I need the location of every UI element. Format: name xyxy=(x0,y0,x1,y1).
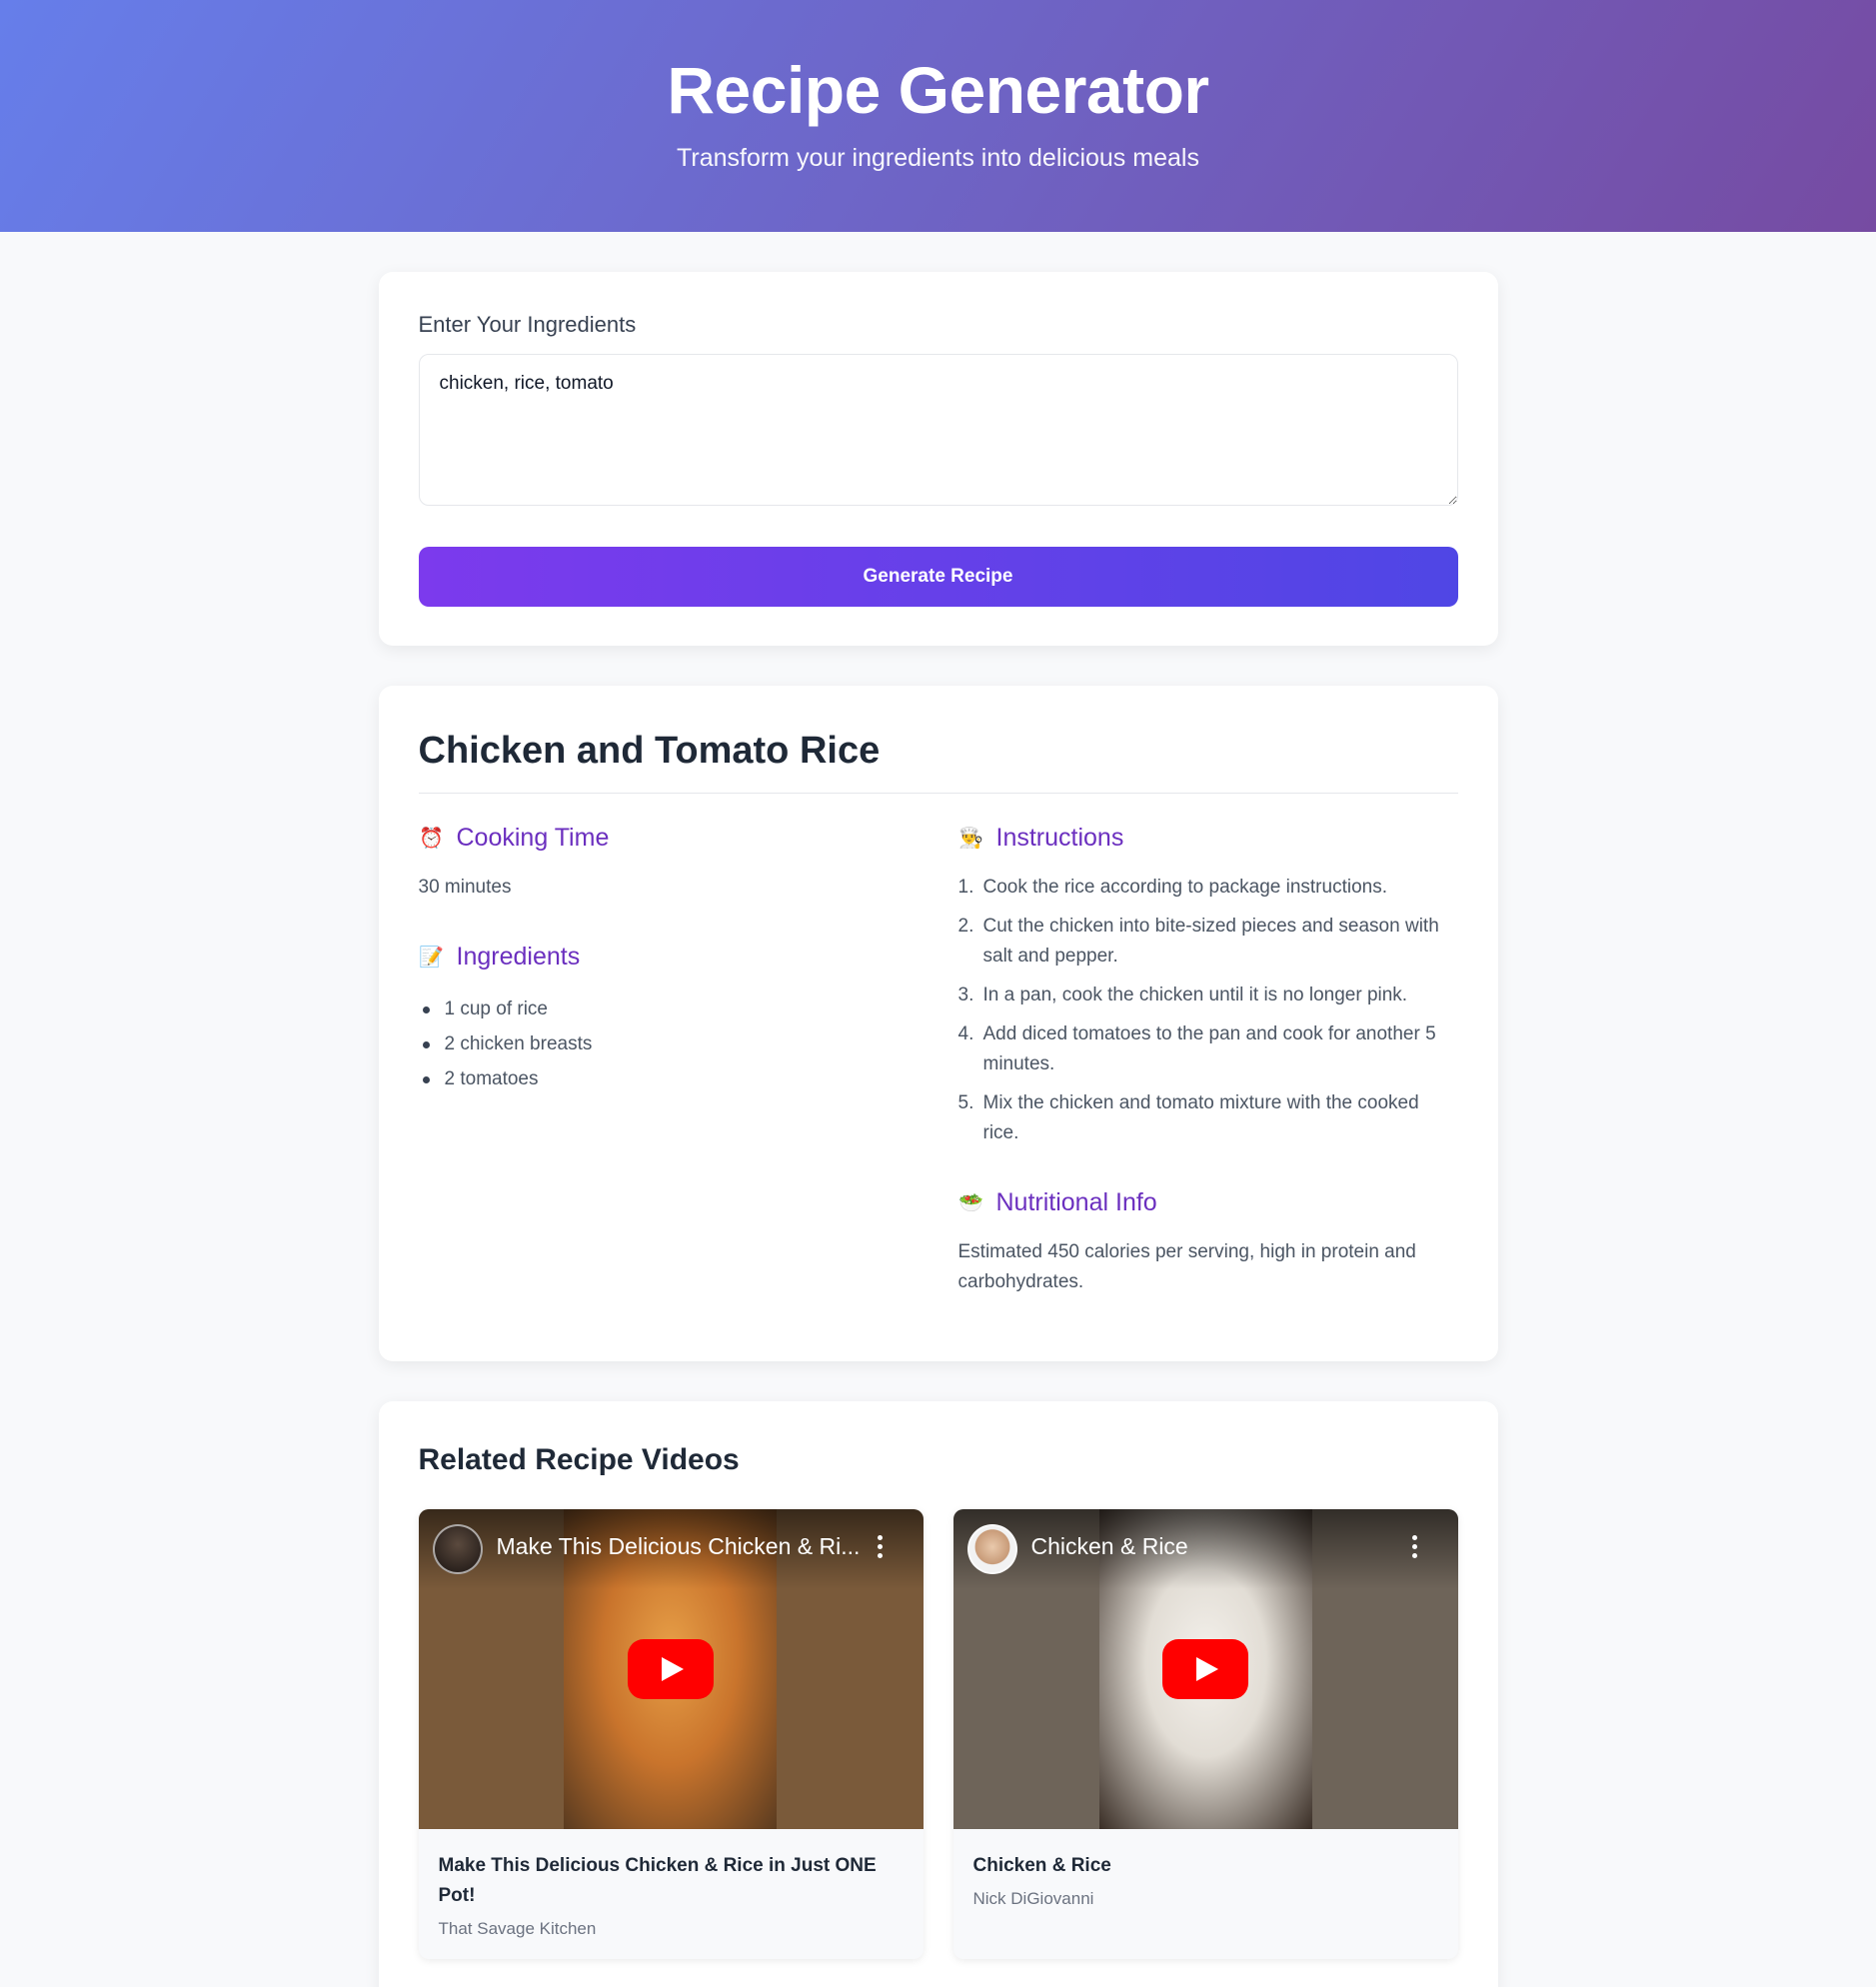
nutrition-value: Estimated 450 calories per serving, high… xyxy=(957,1241,1416,1292)
instructions-heading-label: Instructions xyxy=(995,824,1124,852)
recipe-title: Chicken and Tomato Rice xyxy=(418,730,1458,794)
more-options-icon[interactable] xyxy=(877,1535,884,1561)
video-card[interactable]: Make This Delicious Chicken & Ri... Make… xyxy=(418,1509,924,1959)
ingredient-item: 1 cup of rice xyxy=(419,992,919,1026)
video-card[interactable]: Chicken & Rice Chicken & Rice Nick DiGio… xyxy=(952,1509,1458,1959)
page-subtitle: Transform your ingredients into deliciou… xyxy=(677,144,1199,172)
cooking-time-value: 30 minutes xyxy=(418,877,512,898)
video-thumbnail[interactable]: Chicken & Rice xyxy=(952,1509,1458,1829)
channel-avatar[interactable] xyxy=(966,1524,1017,1574)
page-header: Recipe Generator Transform your ingredie… xyxy=(0,0,1876,232)
ingredient-item: 2 chicken breasts xyxy=(419,1026,919,1061)
instructions-section: 👨‍🍳 Instructions 1. Cook the rice accordi… xyxy=(958,824,1458,1148)
video-overlay-title[interactable]: Make This Delicious Chicken & Ri... xyxy=(497,1533,861,1560)
ingredients-label: Enter Your Ingredients xyxy=(418,312,637,337)
recipe-right-column: 👨‍🍳 Instructions 1. Cook the rice accordi… xyxy=(958,824,1458,1297)
video-thumbnail[interactable]: Make This Delicious Chicken & Ri... xyxy=(418,1509,924,1829)
main-container: Enter Your Ingredients chicken, rice, to… xyxy=(378,272,1498,1987)
instruction-step: 2. Cut the chicken into bite-sized pieces… xyxy=(957,916,1439,967)
video-overlay-title[interactable]: Chicken & Rice xyxy=(1031,1533,1188,1560)
recipe-card: Chicken and Tomato Rice ⏰ Cooking Time 3… xyxy=(378,686,1498,1361)
video-grid: Make This Delicious Chicken & Ri... Make… xyxy=(418,1509,1458,1959)
related-videos-title: Related Recipe Videos xyxy=(418,1443,740,1476)
ingredient-item: 2 tomatoes xyxy=(419,1061,919,1096)
video-title[interactable]: Chicken & Rice xyxy=(973,1851,1438,1881)
instruction-step: 4. Add diced tomatoes to the pan and cook… xyxy=(957,1023,1436,1074)
nutrition-heading-label: Nutritional Info xyxy=(995,1188,1157,1216)
instruction-step: 3. In a pan, cook the chicken until it is… xyxy=(957,985,1408,1005)
instruction-step: 5. Mix the chicken and tomato mixture wit… xyxy=(957,1092,1419,1143)
page-title: Recipe Generator xyxy=(667,53,1209,127)
generate-recipe-button[interactable]: Generate Recipe xyxy=(418,547,1458,607)
instructions-heading: 👨‍🍳 Instructions xyxy=(958,824,1458,853)
ingredients-input-card: Enter Your Ingredients chicken, rice, to… xyxy=(378,272,1498,646)
cooking-time-heading-label: Cooking Time xyxy=(456,824,610,852)
ingredients-heading-label: Ingredients xyxy=(456,943,581,971)
ingredients-heading: 📝 Ingredients xyxy=(419,943,919,972)
recipe-left-column: ⏰ Cooking Time 30 minutes 📝 Ingredients … xyxy=(419,824,919,1297)
salad-icon: 🥗 xyxy=(958,1192,983,1214)
video-channel: Nick DiGiovanni xyxy=(972,1889,1094,1908)
nutrition-heading: 🥗 Nutritional Info xyxy=(958,1188,1458,1217)
play-button-icon[interactable] xyxy=(1162,1639,1248,1699)
cooking-time-section: ⏰ Cooking Time 30 minutes xyxy=(419,824,919,903)
nutrition-section: 🥗 Nutritional Info Estimated 450 calorie… xyxy=(958,1188,1458,1297)
alarm-clock-icon: ⏰ xyxy=(419,828,444,850)
video-meta: Make This Delicious Chicken & Rice in Ju… xyxy=(419,1829,924,1959)
ingredients-section: 📝 Ingredients 1 cup of rice 2 chicken br… xyxy=(419,943,919,1096)
ingredients-list: 1 cup of rice 2 chicken breasts 2 tomato… xyxy=(419,992,919,1096)
instructions-list: 1. Cook the rice according to package ins… xyxy=(958,873,1458,1148)
cooking-time-heading: ⏰ Cooking Time xyxy=(419,824,919,853)
video-overlay-bar xyxy=(952,1509,1458,1589)
recipe-columns: ⏰ Cooking Time 30 minutes 📝 Ingredients … xyxy=(419,824,1458,1297)
more-options-icon[interactable] xyxy=(1411,1535,1418,1561)
channel-avatar[interactable] xyxy=(432,1524,483,1574)
chef-icon: 👨‍🍳 xyxy=(958,828,983,850)
instruction-step: 1. Cook the rice according to package ins… xyxy=(957,877,1388,898)
ingredients-textarea[interactable]: chicken, rice, tomato xyxy=(418,354,1458,506)
related-videos-card: Related Recipe Videos Make This Deliciou… xyxy=(378,1401,1498,1987)
video-title[interactable]: Make This Delicious Chicken & Rice in Ju… xyxy=(439,1851,904,1911)
video-meta: Chicken & Rice Nick DiGiovanni xyxy=(953,1829,1458,1929)
video-channel: That Savage Kitchen xyxy=(438,1919,597,1938)
memo-icon: 📝 xyxy=(419,947,444,969)
play-button-icon[interactable] xyxy=(628,1639,714,1699)
